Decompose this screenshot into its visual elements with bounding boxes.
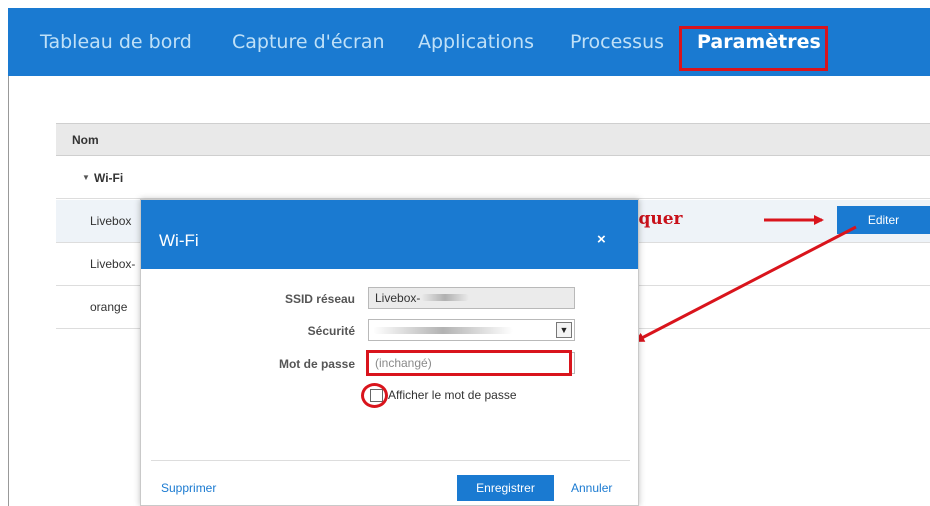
ssid-field[interactable]: Livebox-: [368, 287, 575, 309]
row-label: Livebox: [90, 214, 132, 228]
dialog-header: Wi-Fi ×: [141, 200, 638, 269]
ssid-value: Livebox-: [375, 291, 421, 305]
redacted-blur: [421, 294, 469, 301]
chevron-down-icon: ▼: [556, 322, 572, 338]
top-nav: Tableau de bord Capture d'écran Applicat…: [8, 8, 930, 76]
cancel-link[interactable]: Annuler: [571, 481, 612, 495]
password-field[interactable]: (inchangé): [368, 352, 575, 374]
password-label: Mot de passe: [278, 357, 355, 371]
security-select[interactable]: ▼: [368, 319, 575, 341]
security-label: Sécurité: [307, 324, 355, 338]
wifi-dialog: Wi-Fi × SSID réseau Livebox- Sécurité ▼ …: [140, 199, 639, 506]
row-label: orange: [90, 300, 128, 314]
column-header-nom: Nom: [72, 133, 99, 147]
password-placeholder: (inchangé): [375, 356, 432, 370]
tab-parametres[interactable]: Paramètres: [697, 8, 821, 76]
tab-tableau-de-bord[interactable]: Tableau de bord: [40, 8, 192, 76]
show-password-checkbox[interactable]: [370, 389, 383, 402]
edit-button[interactable]: Editer: [837, 206, 930, 234]
group-row-wifi[interactable]: ▼ Wi-Fi: [56, 157, 930, 199]
caret-down-icon: ▼: [82, 173, 90, 182]
page-border: [8, 76, 9, 506]
tab-applications[interactable]: Applications: [418, 8, 534, 76]
dialog-title: Wi-Fi: [159, 231, 199, 250]
row-label: Livebox-: [90, 257, 136, 271]
close-icon[interactable]: ×: [597, 231, 606, 248]
delete-link[interactable]: Supprimer: [161, 481, 216, 495]
table-header: Nom: [56, 123, 930, 156]
tab-capture-ecran[interactable]: Capture d'écran: [232, 8, 385, 76]
group-label: Wi-Fi: [94, 171, 124, 185]
redacted-blur: [373, 327, 513, 334]
show-password-label[interactable]: Afficher le mot de passe: [388, 388, 517, 402]
ssid-label: SSID réseau: [284, 292, 355, 306]
divider: [151, 460, 630, 461]
tab-processus[interactable]: Processus: [570, 8, 664, 76]
save-button[interactable]: Enregistrer: [457, 475, 554, 501]
